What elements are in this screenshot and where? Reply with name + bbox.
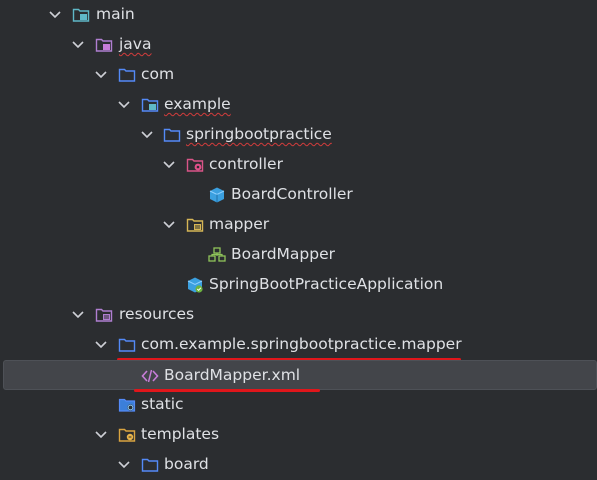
tree-item-controller[interactable]: controller — [0, 150, 597, 180]
chevron-down-icon[interactable] — [71, 308, 85, 322]
tree-item-label: springbootpractice — [186, 125, 332, 143]
tree-item-label: BoardMapper — [231, 245, 336, 263]
tree-item-label: board — [164, 455, 209, 473]
tree-item-label: templates — [141, 425, 220, 443]
chevron-down-icon[interactable] — [94, 428, 108, 442]
project-tree: main java com example springbootpractice… — [0, 0, 597, 473]
tree-item-label: example — [164, 95, 231, 113]
chevron-down-icon[interactable] — [140, 128, 154, 142]
resources-folder-icon — [95, 306, 113, 324]
tree-item-com[interactable]: com — [0, 60, 597, 90]
chevron-down-icon[interactable] — [162, 158, 176, 172]
java-source-folder-icon — [95, 36, 113, 54]
tree-item-main[interactable]: main — [0, 0, 597, 30]
tree-item-label: static — [141, 395, 184, 413]
chevron-down-icon[interactable] — [117, 98, 131, 112]
chevron-down-icon[interactable] — [94, 338, 108, 352]
tree-item-label: mapper — [209, 215, 270, 233]
tree-item-springbootpracticeapplication[interactable]: SpringBootPracticeApplication — [0, 270, 597, 300]
tree-item-boardmapper[interactable]: BoardMapper — [0, 240, 597, 270]
tree-item-example[interactable]: example — [0, 90, 597, 120]
controller-folder-icon — [186, 156, 204, 174]
tree-item-board[interactable]: board — [0, 450, 597, 480]
tree-item-label: resources — [119, 305, 195, 323]
package-folder-icon — [163, 126, 181, 144]
tree-item-resources[interactable]: resources — [0, 300, 597, 330]
package-folder-icon — [141, 96, 159, 114]
tree-item-label: controller — [209, 155, 283, 173]
tree-item-templates[interactable]: templates — [0, 420, 597, 450]
tree-item-mapper[interactable]: mapper — [0, 210, 597, 240]
mapper-folder-icon — [186, 216, 204, 234]
tree-item-static[interactable]: static — [0, 390, 597, 420]
folder-icon — [141, 456, 159, 474]
static-folder-icon — [118, 396, 136, 414]
tree-item-label: SpringBootPracticeApplication — [209, 275, 444, 293]
chevron-down-icon[interactable] — [48, 8, 62, 22]
tree-item-springbootpractice[interactable]: springbootpractice — [0, 120, 597, 150]
tree-item-label: java — [119, 35, 152, 53]
tree-item-label: com.example.springbootpractice.mapper — [141, 335, 462, 353]
xml-file-icon — [141, 367, 159, 385]
tree-item-boardcontroller[interactable]: BoardController — [0, 180, 597, 210]
tree-item-label: main — [96, 5, 135, 23]
tree-item-java[interactable]: java — [0, 30, 597, 60]
tree-item-com-example-springbootpractice-mapper[interactable]: com.example.springbootpractice.mapper — [0, 330, 597, 360]
chevron-down-icon[interactable] — [117, 458, 131, 472]
source-root-folder-icon — [72, 6, 90, 24]
folder-icon — [118, 336, 136, 354]
chevron-down-icon[interactable] — [94, 68, 108, 82]
tree-item-label: com — [141, 65, 175, 83]
spring-bean-class-icon — [208, 186, 226, 204]
templates-folder-icon — [118, 426, 136, 444]
tree-item-label: BoardController — [231, 185, 353, 203]
tree-item-boardmapper-xml[interactable]: BoardMapper.xml — [3, 360, 597, 390]
tree-item-label: BoardMapper.xml — [164, 366, 301, 384]
chevron-down-icon[interactable] — [162, 218, 176, 232]
mybatis-mapper-interface-icon — [208, 246, 226, 264]
spring-boot-application-icon — [186, 276, 204, 294]
chevron-down-icon[interactable] — [71, 38, 85, 52]
package-folder-icon — [118, 66, 136, 84]
